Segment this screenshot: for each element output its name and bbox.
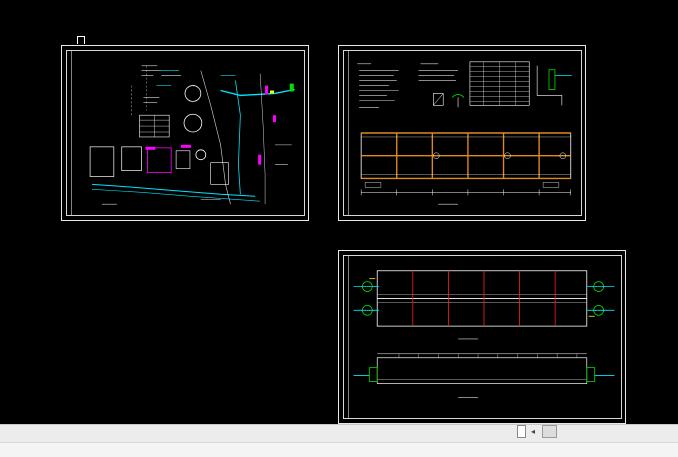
left-arrow-icon[interactable]: ◂ (527, 425, 539, 438)
site-plan-drawing (71, 50, 295, 216)
drawing-canvas[interactable] (0, 0, 678, 424)
drawing-sheet-plan-section[interactable] (338, 250, 626, 424)
horizontal-scrollbar[interactable] (0, 424, 678, 443)
scrollbar-thumb[interactable] (517, 425, 526, 438)
drawing-sheet-notes-plan[interactable] (338, 45, 586, 221)
ucs-icon (77, 36, 85, 44)
plan-section-drawing (348, 255, 615, 420)
status-bar (0, 442, 678, 457)
scroll-right-button[interactable] (542, 425, 557, 438)
drawing-sheet-site-plan[interactable] (61, 45, 309, 221)
notes-plan-drawing (348, 50, 572, 216)
